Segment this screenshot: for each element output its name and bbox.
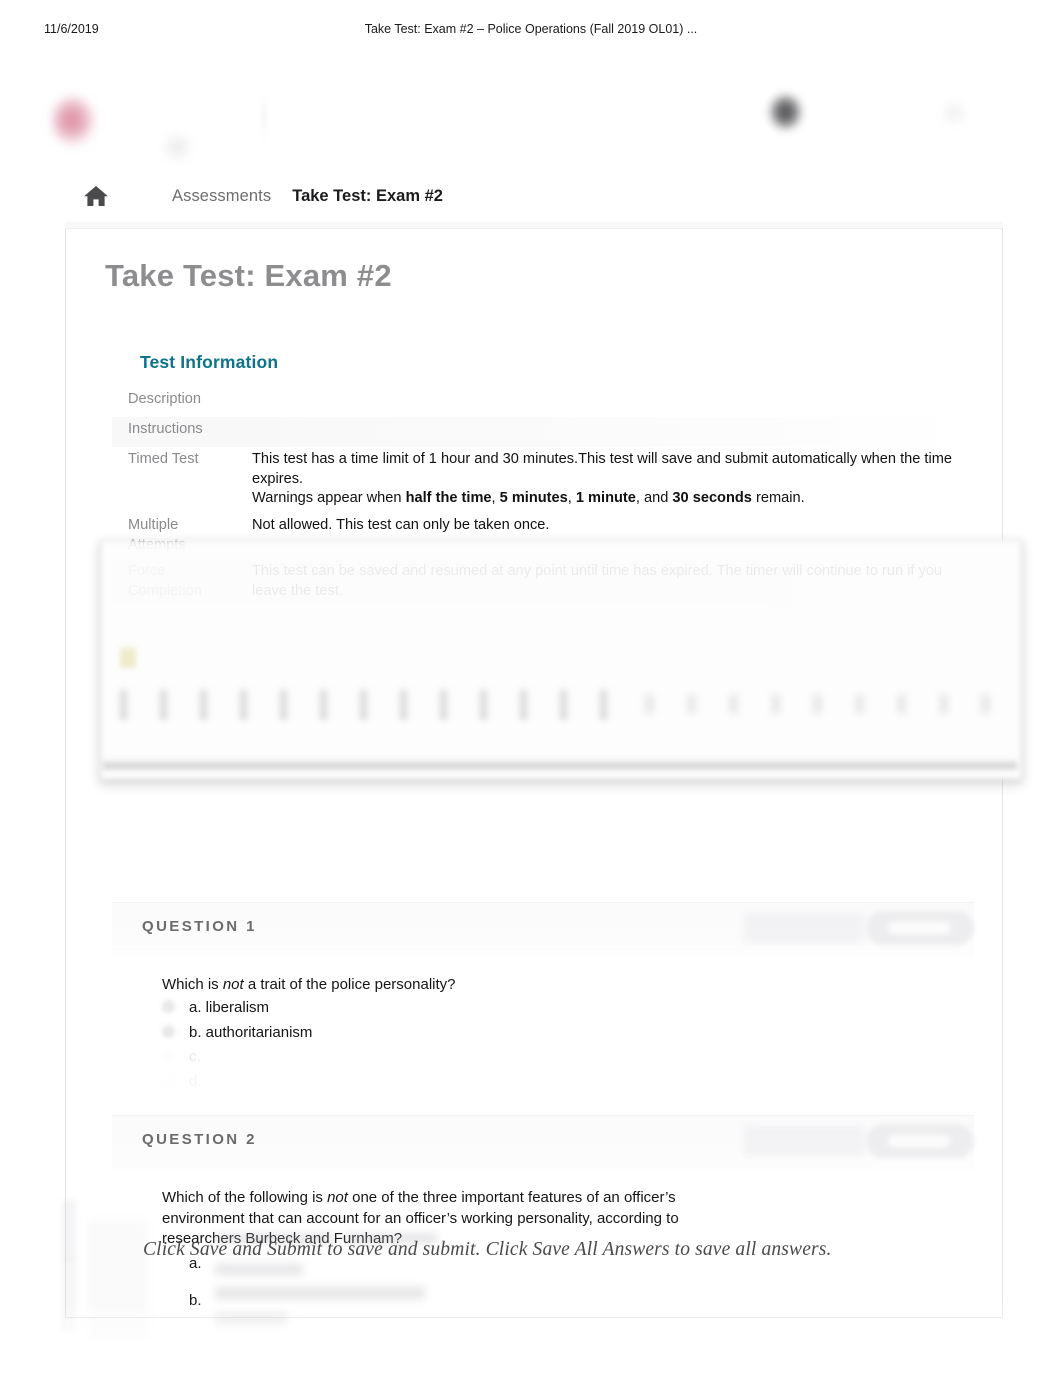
- avatar[interactable]: [769, 94, 802, 130]
- breadcrumb-item-current: Take Test: Exam #2: [292, 186, 443, 205]
- timed-test-line1: This test has a time limit of 1 hour and…: [252, 451, 953, 487]
- radio-icon[interactable]: [162, 1049, 175, 1062]
- test-information-heading: Test Information: [140, 352, 279, 372]
- question-block-1: QUESTION 1 Which is not a trait of the p…: [112, 902, 974, 1095]
- row-label-description: Description: [128, 391, 201, 407]
- institution-logo-icon: [52, 96, 96, 146]
- overlay-highlight-marker: [120, 648, 136, 668]
- row-label-timed-test: Timed Test: [128, 451, 199, 467]
- table-row: Description: [112, 387, 966, 417]
- question-header-2: QUESTION 2: [112, 1115, 974, 1170]
- question-label-2: QUESTION 2: [142, 1131, 257, 1148]
- row-value-instructions: [252, 417, 966, 447]
- question-save-button-1[interactable]: [866, 911, 974, 945]
- answer-option-1d-label: d.: [189, 1073, 202, 1090]
- breadcrumb: Assessments Take Test: Exam #2: [57, 166, 1005, 226]
- answer-option-1a[interactable]: a. liberalism: [162, 996, 974, 1021]
- question-text-1: Which is not a trait of the police perso…: [162, 975, 762, 996]
- answer-option-1b[interactable]: b. authoritarianism: [162, 1021, 974, 1046]
- question-points-1: [744, 913, 864, 943]
- warn-5-minutes: 5 minutes: [499, 490, 568, 507]
- page-title: Take Test: Exam #2: [105, 258, 392, 293]
- warn-30-seconds: 30 seconds: [672, 490, 752, 507]
- print-page-title: Take Test: Exam #2 – Police Operations (…: [364, 22, 698, 36]
- home-icon[interactable]: [83, 184, 109, 208]
- answer-option-1c-label: c.: [189, 1048, 201, 1066]
- chrome-ghost-icon-right[interactable]: [940, 98, 968, 128]
- table-row: Timed Test This test has a time limit of…: [112, 447, 966, 513]
- question-block-2: QUESTION 2 Which of the following is not…: [112, 1115, 974, 1314]
- overlay-obscured-text-left: [120, 690, 620, 720]
- answer-option-1b-label: b. authoritarianism: [189, 1023, 313, 1041]
- overlay-bottom-edge: [103, 758, 1017, 772]
- blurred-overlay-panel: [100, 540, 1022, 780]
- save-instructions-note: Click Save and Submit to save and submit…: [143, 1239, 832, 1260]
- question-label-1: QUESTION 1: [142, 918, 257, 935]
- warn-post: remain.: [751, 490, 805, 507]
- question-text-2-pre: Which of the following is: [162, 1189, 328, 1206]
- answer-option-1d[interactable]: d.: [189, 1070, 974, 1095]
- chrome-divider: [263, 92, 265, 144]
- answer-option-1c[interactable]: c.: [189, 1045, 974, 1070]
- warn-sep-1: ,: [491, 490, 500, 507]
- question-text-1-pre: Which is: [162, 976, 223, 993]
- question-text-1-emphasis: not: [222, 976, 244, 993]
- obscured-option-text: [215, 1264, 303, 1275]
- warn-sep-2: ,: [567, 490, 576, 507]
- question-save-button-2[interactable]: [866, 1124, 974, 1158]
- app-chrome: [0, 46, 1062, 166]
- print-header: 11/6/2019 Take Test: Exam #2 – Police Op…: [0, 22, 1062, 42]
- row-label-instructions: Instructions: [128, 421, 203, 437]
- radio-icon[interactable]: [162, 999, 175, 1013]
- question-text-1-post: a trait of the police personality?: [243, 976, 456, 993]
- overlay-obscured-text-right: [645, 694, 1015, 714]
- question-text-2-emphasis: not: [327, 1189, 348, 1206]
- question-header-1: QUESTION 1: [112, 902, 974, 957]
- question-points-2: [744, 1126, 864, 1156]
- sidebar-ghost-upper: [62, 1200, 76, 1260]
- warn-sep-3: , and: [635, 490, 673, 507]
- row-value-timed-test: This test has a time limit of 1 hour and…: [252, 447, 966, 513]
- obscured-option-text: [215, 1287, 425, 1299]
- chrome-ghost-icon-left: [160, 130, 194, 164]
- row-value-description: [252, 387, 966, 417]
- radio-icon[interactable]: [162, 1074, 175, 1087]
- breadcrumb-item-assessments[interactable]: Assessments: [172, 187, 271, 206]
- radio-icon[interactable]: [162, 1024, 175, 1038]
- warn-half-time: half the time: [405, 490, 492, 507]
- timed-test-warn-pre: Warnings appear when: [252, 490, 406, 507]
- card-bottom-fade: [65, 1300, 1003, 1377]
- warn-1-minute: 1 minute: [575, 490, 636, 507]
- answer-option-1a-label: a. liberalism: [189, 998, 270, 1016]
- table-row: Instructions: [112, 417, 966, 447]
